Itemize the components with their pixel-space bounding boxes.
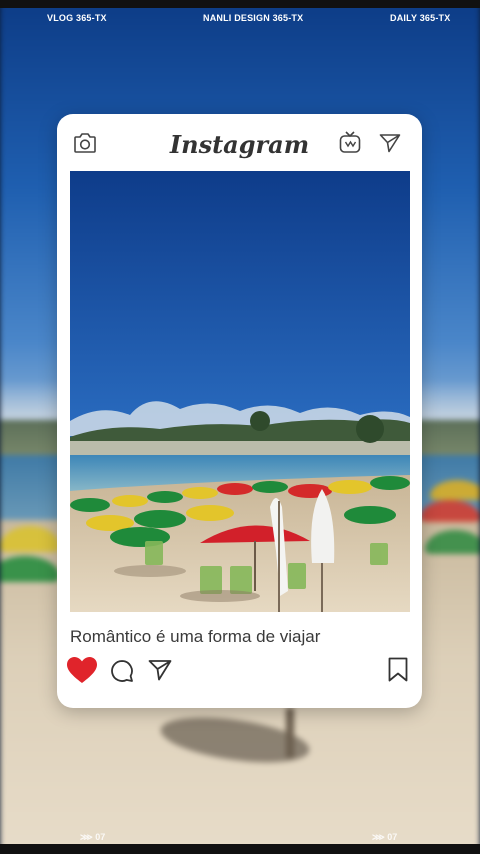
instagram-post-card: Instagram Romântico é uma forma de viaja… [57,114,422,708]
top-frame-bar [0,0,480,8]
top-label-center: NANLI DESIGN 365-TX [203,13,304,23]
send-icon[interactable] [379,133,401,153]
heart-icon[interactable] [67,657,97,684]
post-caption: Romântico é uma forma de viajar [70,627,321,646]
bottom-label-left: ⋙ 07 [80,832,106,842]
top-label-bar: VLOG 365-TX NANLI DESIGN 365-TX DAILY 36… [0,13,480,27]
bottom-label-right: ⋙ 07 [372,832,398,842]
bookmark-icon[interactable] [388,657,408,682]
igtv-icon[interactable] [339,130,361,154]
share-icon[interactable] [148,659,172,681]
post-photo[interactable] [70,171,410,612]
top-label-right: DAILY 365-TX [390,13,451,23]
instagram-logo-text: Instagram [169,130,310,159]
top-label-left: VLOG 365-TX [47,13,107,23]
comment-icon[interactable] [110,659,134,683]
bottom-frame-bar [0,844,480,854]
